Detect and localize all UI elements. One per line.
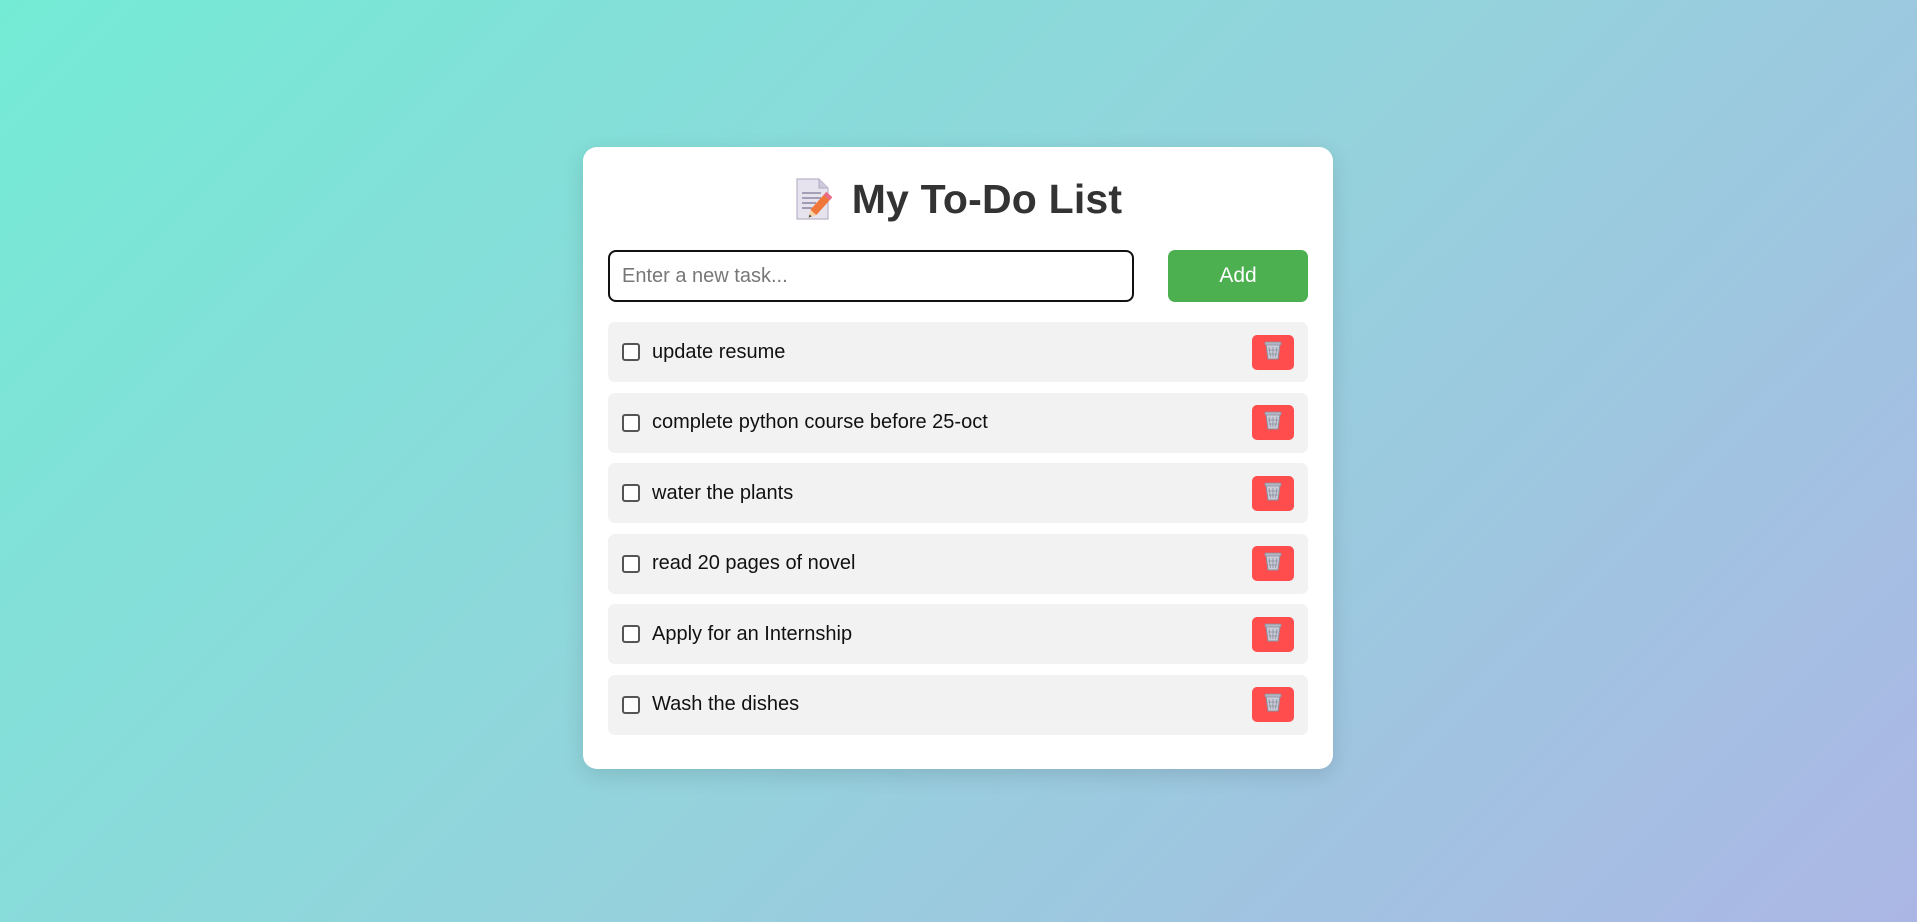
page-title: My To-Do List — [851, 175, 1123, 222]
add-task-row: Add — [608, 250, 1308, 302]
delete-button[interactable] — [1252, 546, 1294, 581]
task-input[interactable] — [608, 250, 1134, 302]
task-checkbox[interactable] — [622, 695, 640, 714]
task-list: update resume complete python course bef… — [608, 322, 1308, 735]
task-item: Apply for an Internship — [608, 604, 1308, 664]
add-button[interactable]: Add — [1168, 250, 1308, 302]
delete-button[interactable] — [1252, 475, 1294, 511]
title-row: My To-Do List — [608, 171, 1308, 227]
task-item: Wash the dishes — [608, 674, 1308, 735]
task-item: water the plants — [608, 463, 1308, 523]
task-text: complete python course before 25-oct — [652, 411, 988, 433]
memo-pencil-icon — [794, 177, 833, 221]
task-text: Wash the dishes — [652, 693, 800, 715]
task-checkbox[interactable] — [622, 413, 640, 432]
task-checkbox[interactable] — [622, 554, 640, 573]
task-checkbox[interactable] — [622, 625, 640, 643]
wastebasket-icon — [1264, 622, 1282, 647]
task-text: water the plants — [652, 481, 794, 504]
wastebasket-icon — [1264, 551, 1282, 576]
task-item: read 20 pages of novel — [608, 533, 1308, 594]
task-text: update resume — [652, 340, 786, 363]
todo-card: My To-Do List Add update resume complete… — [583, 147, 1333, 769]
task-item: update resume — [608, 322, 1308, 382]
task-checkbox[interactable] — [622, 343, 640, 361]
delete-button[interactable] — [1252, 687, 1294, 722]
wastebasket-icon — [1264, 692, 1282, 717]
task-text: read 20 pages of novel — [652, 552, 856, 574]
delete-button[interactable] — [1252, 616, 1294, 652]
task-item: complete python course before 25-oct — [608, 392, 1308, 453]
delete-button[interactable] — [1252, 405, 1294, 440]
wastebasket-icon — [1264, 410, 1282, 435]
task-checkbox[interactable] — [622, 484, 640, 502]
wastebasket-icon — [1264, 481, 1282, 506]
wastebasket-icon — [1264, 340, 1282, 365]
task-text: Apply for an Internship — [652, 622, 853, 645]
delete-button[interactable] — [1252, 334, 1294, 370]
